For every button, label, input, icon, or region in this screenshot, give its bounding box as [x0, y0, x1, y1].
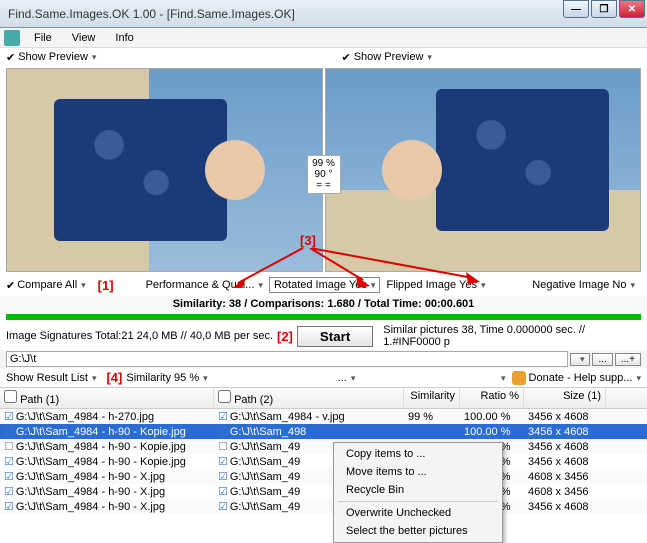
annotation-4: [4]: [106, 370, 122, 385]
donate-link[interactable]: Donate - Help supp...: [529, 372, 641, 384]
ctx-recycle-bin[interactable]: Recycle Bin: [334, 481, 502, 499]
annotation-3: [3]: [300, 233, 316, 248]
similarity-filter-dropdown[interactable]: Similarity 95 %: [126, 372, 207, 384]
path-input[interactable]: [6, 351, 568, 367]
results-table: Path (1) Path (2) Similarity Ratio % Siz…: [0, 387, 647, 514]
donate-icon: [512, 371, 526, 385]
table-row[interactable]: G:\J\t\Sam_4984 - h-90 - X.jpgG:\J\t\Sam…: [0, 484, 647, 499]
path-dropdown[interactable]: [570, 353, 591, 366]
annotation-1: [1]: [98, 278, 114, 293]
status-summary: Similarity: 38 / Comparisons: 1.680 / To…: [0, 296, 647, 312]
table-row[interactable]: G:\J\t\Sam_4984 - h-90 - X.jpgG:\J\t\Sam…: [0, 499, 647, 514]
app-icon: [4, 30, 20, 46]
table-row[interactable]: G:\J\t\Sam_4984 - h-90 - Kopie.jpgG:\J\t…: [0, 454, 647, 469]
maximize-button[interactable]: ❐: [591, 0, 617, 18]
col-size[interactable]: Size (1): [524, 388, 606, 408]
negative-image-dropdown[interactable]: Negative Image No: [532, 279, 635, 291]
table-row[interactable]: G:\J\t\Sam_4984 - h-90 - X.jpgG:\J\t\Sam…: [0, 469, 647, 484]
col-similarity[interactable]: Similarity: [404, 388, 460, 408]
signature-row: Image Signatures Total:21 24,0 MB // 40,…: [0, 322, 647, 350]
col-path1[interactable]: Path (1): [0, 388, 214, 408]
menu-info[interactable]: Info: [105, 30, 143, 46]
signature-stats: Image Signatures Total:21 24,0 MB // 40,…: [6, 330, 273, 342]
comparison-info-box: 99 %90 °= =: [307, 155, 341, 194]
options-row: ✔Compare All [1] x Performance & Qual...…: [0, 274, 647, 296]
misc-dropdown[interactable]: [497, 372, 506, 384]
table-row[interactable]: G:\J\t\Sam_4984 - h-90 - Kopie.jpgG:\J\t…: [0, 439, 647, 454]
path-browse-button[interactable]: ...: [592, 353, 612, 366]
start-button[interactable]: Start: [297, 326, 373, 347]
flipped-image-dropdown[interactable]: Flipped Image Yes: [386, 279, 485, 291]
table-header: Path (1) Path (2) Similarity Ratio % Siz…: [0, 387, 647, 409]
compare-all-dropdown[interactable]: ✔Compare All: [6, 279, 86, 292]
title-bar: Find.Same.Images.OK 1.00 - [Find.Same.Im…: [0, 0, 647, 28]
performance-dropdown[interactable]: Performance & Qual...: [146, 279, 263, 291]
window-title: Find.Same.Images.OK 1.00 - [Find.Same.Im…: [8, 7, 295, 21]
similar-stats: Similar pictures 38, Time 0.000000 sec. …: [383, 324, 641, 348]
filter-row: Show Result List [4] Similarity 95 % ...…: [0, 368, 647, 387]
annotation-2: [2]: [277, 329, 293, 344]
show-result-dropdown[interactable]: Show Result List: [6, 372, 96, 384]
ctx-copy-items[interactable]: Copy items to ...: [334, 445, 502, 463]
ctx-overwrite-unchecked[interactable]: Overwrite Unchecked: [334, 504, 502, 522]
close-button[interactable]: ✕: [619, 0, 645, 18]
path-row: ... ...+: [0, 350, 647, 368]
extra-dropdown[interactable]: ...: [338, 372, 356, 384]
ctx-move-items[interactable]: Move items to ...: [334, 463, 502, 481]
minimize-button[interactable]: —: [563, 0, 589, 18]
menu-bar: File View Info: [0, 28, 647, 48]
rotated-image-dropdown[interactable]: Rotated Image Yes: [269, 277, 381, 293]
table-row[interactable]: G:\J\t\Sam_4984 - h-270.jpgG:\J\t\Sam_49…: [0, 409, 647, 424]
col-path2[interactable]: Path (2): [214, 388, 404, 408]
table-row[interactable]: G:\J\t\Sam_4984 - h-90 - Kopie.jpgG:\J\t…: [0, 424, 647, 439]
ctx-select-better[interactable]: Select the better pictures: [334, 522, 502, 540]
show-preview-right[interactable]: ✔Show Preview: [312, 48, 647, 66]
context-menu: Copy items to ... Move items to ... Recy…: [333, 442, 503, 543]
col-ratio[interactable]: Ratio %: [460, 388, 524, 408]
preview-right-image: [325, 68, 642, 272]
preview-left-image: [6, 68, 323, 272]
menu-view[interactable]: View: [62, 30, 106, 46]
show-preview-left[interactable]: ✔Show Preview: [0, 48, 312, 66]
progress-bar: [6, 314, 641, 320]
menu-file[interactable]: File: [24, 30, 62, 46]
path-add-button[interactable]: ...+: [615, 353, 641, 366]
